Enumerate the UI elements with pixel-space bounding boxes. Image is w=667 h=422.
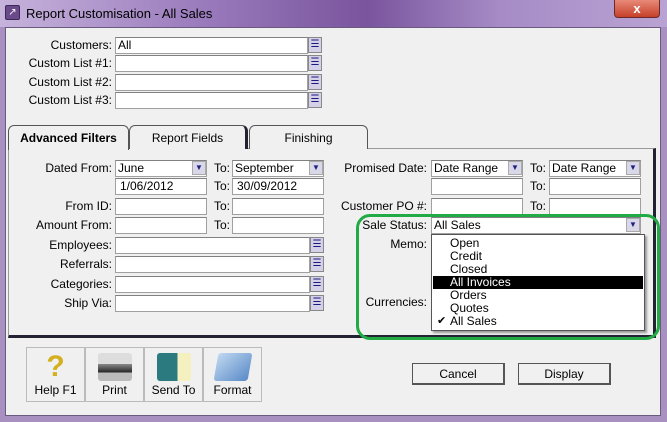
format-label: Format (213, 383, 252, 397)
chevron-down-icon[interactable]: ▼ (192, 161, 206, 175)
list-icon[interactable]: ☰ (308, 92, 322, 108)
to-label: To: (213, 218, 230, 232)
customer-po-label: Customer PO #: (340, 199, 427, 213)
amount-from-field[interactable] (115, 217, 207, 234)
to-label: To: (529, 161, 546, 175)
chevron-down-icon[interactable]: ▼ (626, 161, 640, 175)
custom-list-2-field[interactable] (115, 74, 308, 91)
to-label: To: (213, 179, 230, 193)
customers-label: Customers: (50, 38, 112, 52)
amount-from-label: Amount From: (35, 218, 112, 232)
help-button[interactable]: ? Help F1 (26, 347, 85, 402)
display-button[interactable]: Display (518, 363, 611, 385)
mailbox-icon (156, 353, 191, 381)
tab-advanced-filters[interactable]: Advanced Filters (8, 125, 129, 150)
from-id-field[interactable] (115, 198, 207, 215)
app-icon: ↗ (5, 5, 20, 20)
customer-po-to-field[interactable] (549, 198, 641, 215)
to-label: To: (213, 161, 230, 175)
custom-list-3-label: Custom List #3: (28, 93, 112, 107)
list-icon[interactable]: ☰ (308, 55, 322, 71)
promised-date-label: Promised Date: (344, 161, 427, 175)
list-icon[interactable]: ☰ (308, 74, 322, 90)
highlight-annotation (356, 214, 660, 340)
list-icon[interactable]: ☰ (310, 295, 324, 311)
help-label: Help F1 (34, 383, 77, 397)
format-button[interactable]: Format (203, 347, 262, 402)
list-icon[interactable]: ☰ (308, 37, 322, 53)
employees-label: Employees: (49, 238, 112, 252)
send-to-label: Send To (151, 383, 196, 397)
amount-to-field[interactable] (232, 217, 324, 234)
referrals-label: Referrals: (59, 257, 112, 271)
custom-list-3-field[interactable] (115, 92, 308, 109)
cancel-button[interactable]: Cancel (412, 363, 505, 385)
close-button[interactable]: x (614, 0, 660, 18)
chevron-down-icon[interactable]: ▼ (309, 161, 323, 175)
list-icon[interactable]: ☰ (310, 237, 324, 253)
date-from-field[interactable]: 1/06/2012 (115, 178, 207, 195)
referrals-field[interactable] (115, 256, 310, 273)
format-icon (213, 353, 252, 381)
custom-list-1-label: Custom List #1: (28, 56, 112, 70)
to-id-field[interactable] (232, 198, 324, 215)
categories-field[interactable] (115, 276, 310, 293)
printer-icon (97, 353, 132, 381)
custom-list-2-label: Custom List #2: (28, 75, 112, 89)
help-icon: ? (46, 350, 65, 383)
custom-list-1-field[interactable] (115, 55, 308, 72)
window-title: Report Customisation - All Sales (26, 6, 213, 21)
promised-from-field[interactable] (431, 178, 523, 195)
promised-to-field[interactable] (549, 178, 641, 195)
ship-via-label: Ship Via: (64, 296, 112, 310)
send-to-button[interactable]: Send To (144, 347, 203, 402)
to-label: To: (529, 179, 546, 193)
tab-finishing[interactable]: Finishing (249, 125, 368, 149)
dated-from-label: Dated From: (45, 161, 112, 175)
ship-via-field[interactable] (115, 295, 310, 312)
print-button[interactable]: Print (85, 347, 144, 402)
list-icon[interactable]: ☰ (310, 276, 324, 292)
date-to-field[interactable]: 30/09/2012 (232, 178, 324, 195)
from-id-label: From ID: (65, 199, 112, 213)
tab-report-fields[interactable]: Report Fields (129, 125, 248, 149)
customer-po-from-field[interactable] (431, 198, 523, 215)
customers-field[interactable]: All (115, 37, 308, 54)
print-label: Print (102, 383, 127, 397)
to-label: To: (213, 199, 230, 213)
chevron-down-icon[interactable]: ▼ (508, 161, 522, 175)
employees-field[interactable] (115, 237, 310, 254)
to-label: To: (529, 199, 546, 213)
list-icon[interactable]: ☰ (310, 256, 324, 272)
categories-label: Categories: (50, 277, 112, 291)
